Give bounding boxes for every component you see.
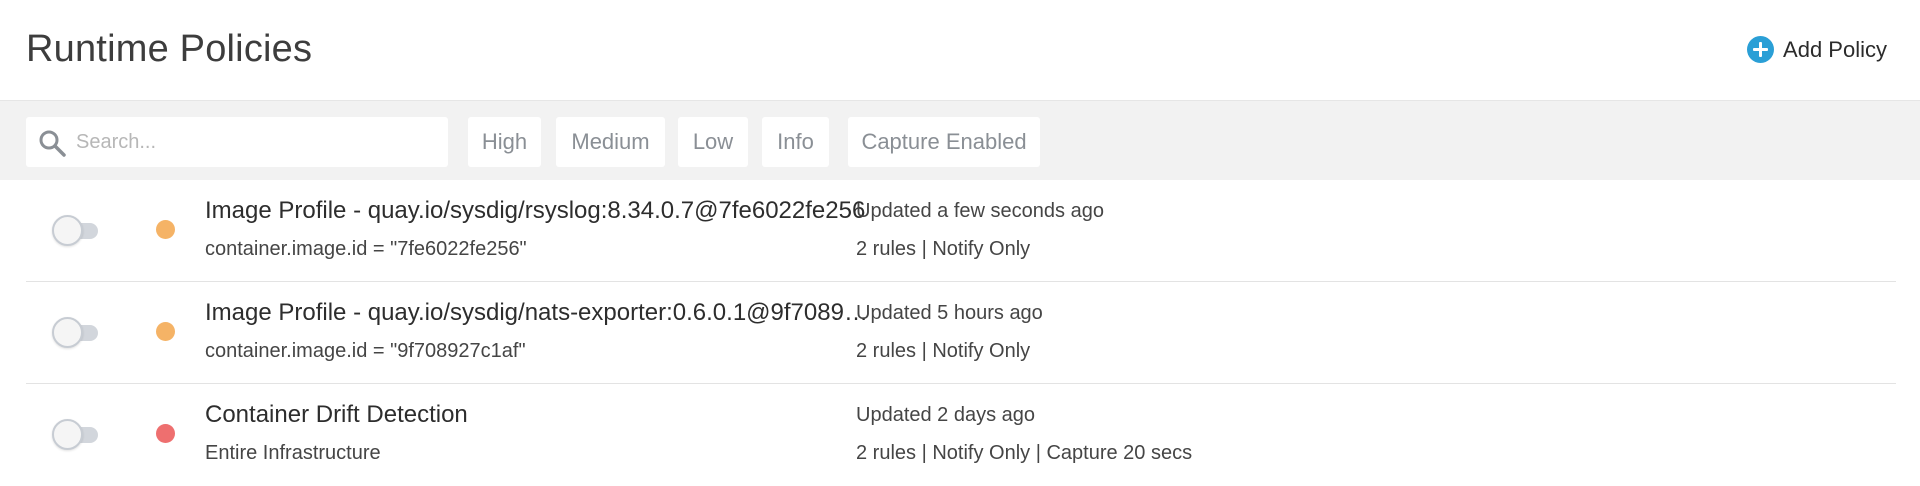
policy-name[interactable]: Image Profile - quay.io/sysdig/rsyslog:8… xyxy=(205,197,870,225)
policy-summary: 2 rules | Notify Only xyxy=(856,238,1031,260)
policy-enable-toggle[interactable] xyxy=(52,419,102,450)
page-header: Runtime Policies Add Policy xyxy=(0,0,1920,100)
search-input[interactable] xyxy=(76,117,436,167)
severity-indicator xyxy=(156,424,175,443)
toggle-knob xyxy=(52,419,83,450)
policy-row[interactable]: Image Profile - quay.io/sysdig/rsyslog:8… xyxy=(26,180,1896,282)
filter-bar: High Medium Low Info Capture Enabled xyxy=(0,100,1920,180)
filter-chip-capture-enabled[interactable]: Capture Enabled xyxy=(848,117,1040,167)
policy-name[interactable]: Image Profile - quay.io/sysdig/nats-expo… xyxy=(205,299,870,327)
filter-chip-medium[interactable]: Medium xyxy=(556,117,665,167)
toggle-knob xyxy=(52,215,83,246)
page-title: Runtime Policies xyxy=(26,28,313,70)
add-policy-label: Add Policy xyxy=(1783,36,1887,62)
search-icon xyxy=(39,130,66,157)
filter-chip-high[interactable]: High xyxy=(468,117,541,167)
filter-chip-low[interactable]: Low xyxy=(678,117,748,167)
policy-list: Image Profile - quay.io/sysdig/rsyslog:8… xyxy=(26,180,1896,486)
policy-row[interactable]: Image Profile - quay.io/sysdig/nats-expo… xyxy=(26,282,1896,384)
policy-summary: 2 rules | Notify Only | Capture 20 secs xyxy=(856,442,1193,464)
policy-row[interactable]: Container Drift Detection Entire Infrast… xyxy=(26,384,1896,486)
policy-updated: Updated 5 hours ago xyxy=(856,302,1043,324)
severity-indicator xyxy=(156,322,175,341)
policy-scope: container.image.id = "7fe6022fe256" xyxy=(205,238,527,260)
policy-summary: 2 rules | Notify Only xyxy=(856,340,1031,362)
policy-enable-toggle[interactable] xyxy=(52,317,102,348)
runtime-policies-page: Runtime Policies Add Policy High Medium … xyxy=(0,0,1920,486)
search-box[interactable] xyxy=(26,117,448,167)
policy-scope: Entire Infrastructure xyxy=(205,442,381,464)
toggle-knob xyxy=(52,317,83,348)
filter-chip-info[interactable]: Info xyxy=(762,117,829,167)
policy-scope: container.image.id = "9f708927c1af" xyxy=(205,340,526,362)
policy-updated: Updated a few seconds ago xyxy=(856,200,1104,222)
policy-enable-toggle[interactable] xyxy=(52,215,102,246)
policy-name[interactable]: Container Drift Detection xyxy=(205,401,870,429)
add-policy-button[interactable]: Add Policy xyxy=(1747,36,1887,63)
plus-circle-icon xyxy=(1747,36,1775,63)
policy-updated: Updated 2 days ago xyxy=(856,404,1036,426)
severity-indicator xyxy=(156,220,175,239)
